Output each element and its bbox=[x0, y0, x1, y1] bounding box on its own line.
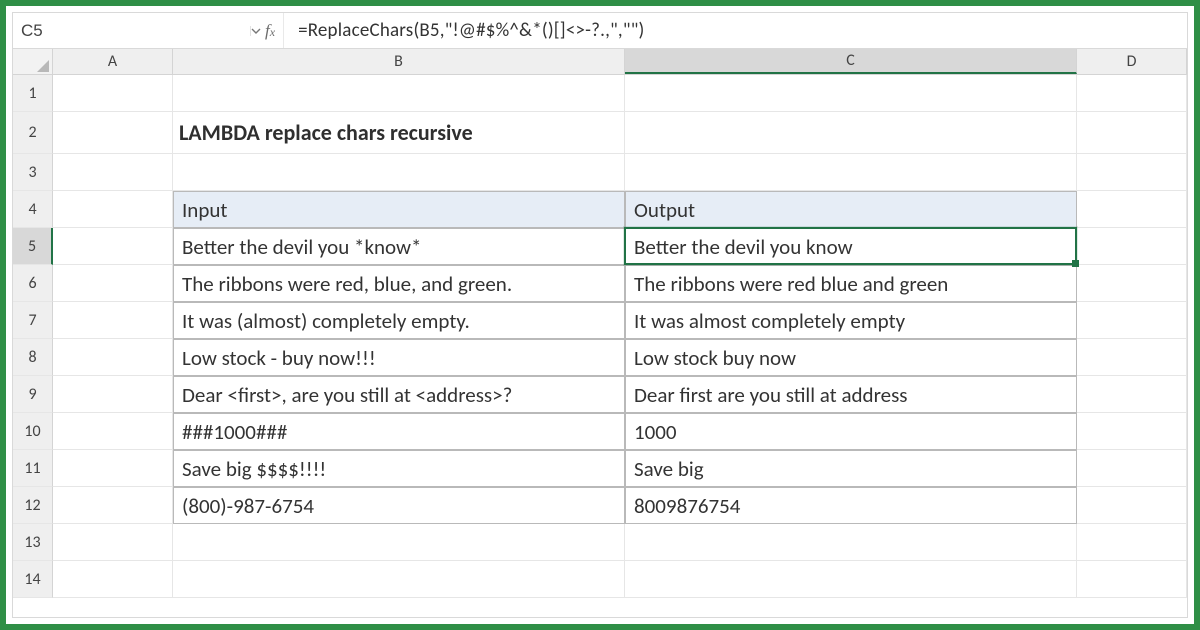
cell[interactable] bbox=[53, 450, 173, 487]
row: 11 Save big $$$$!!!! Save big bbox=[13, 450, 1187, 487]
row: 1 bbox=[13, 75, 1187, 112]
table-cell-input[interactable]: The ribbons were red, blue, and green. bbox=[173, 265, 625, 302]
cell[interactable] bbox=[1077, 75, 1187, 112]
table-cell-output[interactable]: Save big bbox=[625, 450, 1077, 487]
cell[interactable] bbox=[53, 413, 173, 450]
formula-input[interactable]: =ReplaceChars(B5,"!@#$%^&*()[]<>-?.,",""… bbox=[284, 13, 1187, 48]
table-cell-output[interactable]: Dear first are you still at address bbox=[625, 376, 1077, 413]
row: 6 The ribbons were red, blue, and green.… bbox=[13, 265, 1187, 302]
row-header[interactable]: 12 bbox=[13, 487, 53, 524]
name-box-dropdown[interactable] bbox=[250, 26, 261, 36]
name-box-input[interactable] bbox=[13, 13, 250, 48]
row-header[interactable]: 11 bbox=[13, 450, 53, 487]
cell[interactable] bbox=[625, 75, 1077, 112]
col-header-C[interactable]: C bbox=[625, 49, 1077, 74]
row: 7 It was (almost) completely empty. It w… bbox=[13, 302, 1187, 339]
row-header[interactable]: 1 bbox=[13, 75, 53, 112]
cell[interactable] bbox=[53, 191, 173, 228]
table-cell-input[interactable]: (800)-987-6754 bbox=[173, 487, 625, 524]
cell[interactable] bbox=[53, 154, 173, 191]
row: 13 bbox=[13, 524, 1187, 561]
row-header[interactable]: 13 bbox=[13, 524, 53, 561]
row: 9 Dear <first>, are you still at <addres… bbox=[13, 376, 1187, 413]
page-title[interactable]: LAMBDA replace chars recursive bbox=[173, 112, 625, 154]
excel-window: ⋮ fx =ReplaceChars(B5,"!@#$%^&*()[]<>-?.… bbox=[12, 12, 1188, 618]
cell[interactable] bbox=[1077, 228, 1187, 265]
table-cell-input[interactable]: ###1000### bbox=[173, 413, 625, 450]
row-header[interactable]: 2 bbox=[13, 112, 53, 154]
row-header[interactable]: 9 bbox=[13, 376, 53, 413]
table-cell-output[interactable]: 1000 bbox=[625, 413, 1077, 450]
table-cell-output[interactable]: Low stock buy now bbox=[625, 339, 1077, 376]
cell[interactable] bbox=[53, 112, 173, 154]
row: 12 (800)-987-6754 8009876754 bbox=[13, 487, 1187, 524]
chevron-down-icon bbox=[251, 26, 261, 36]
cell[interactable] bbox=[625, 524, 1077, 561]
cell[interactable] bbox=[1077, 413, 1187, 450]
col-header-A[interactable]: A bbox=[53, 49, 173, 74]
row-header[interactable]: 8 bbox=[13, 339, 53, 376]
select-all-triangle[interactable] bbox=[13, 49, 53, 74]
cell[interactable] bbox=[1077, 191, 1187, 228]
table-cell-input[interactable]: It was (almost) completely empty. bbox=[173, 302, 625, 339]
cell[interactable] bbox=[1077, 524, 1187, 561]
table-cell-output[interactable]: It was almost completely empty bbox=[625, 302, 1077, 339]
cell[interactable] bbox=[53, 376, 173, 413]
cell[interactable] bbox=[53, 487, 173, 524]
row-header[interactable]: 7 bbox=[13, 302, 53, 339]
cell[interactable] bbox=[1077, 561, 1187, 598]
table-cell-input[interactable]: Save big $$$$!!!! bbox=[173, 450, 625, 487]
cell[interactable] bbox=[1077, 154, 1187, 191]
row: 4 Input Output bbox=[13, 191, 1187, 228]
cell[interactable] bbox=[173, 154, 625, 191]
table-cell-input[interactable]: Better the devil you *know* bbox=[173, 228, 625, 265]
row-header[interactable]: 10 bbox=[13, 413, 53, 450]
table-cell-output[interactable]: The ribbons were red blue and green bbox=[625, 265, 1077, 302]
table-cell-input[interactable]: Low stock - buy now!!! bbox=[173, 339, 625, 376]
cell[interactable] bbox=[625, 112, 1077, 154]
cell[interactable] bbox=[1077, 450, 1187, 487]
cell[interactable] bbox=[625, 561, 1077, 598]
cell[interactable] bbox=[53, 228, 173, 265]
cell[interactable] bbox=[173, 561, 625, 598]
worksheet-grid[interactable]: A B C D 1 2 LAMBDA replace chars recursi… bbox=[13, 49, 1187, 617]
cell[interactable] bbox=[1077, 265, 1187, 302]
col-header-B[interactable]: B bbox=[173, 49, 625, 74]
row: 5 Better the devil you *know* Better the… bbox=[13, 228, 1187, 265]
row: 3 bbox=[13, 154, 1187, 191]
row: 8 Low stock - buy now!!! Low stock buy n… bbox=[13, 339, 1187, 376]
row: 14 bbox=[13, 561, 1187, 598]
cell[interactable] bbox=[1077, 112, 1187, 154]
cell[interactable] bbox=[53, 265, 173, 302]
col-header-D[interactable]: D bbox=[1077, 49, 1187, 74]
cell[interactable] bbox=[53, 561, 173, 598]
formula-bar: ⋮ fx =ReplaceChars(B5,"!@#$%^&*()[]<>-?.… bbox=[13, 13, 1187, 49]
name-box[interactable] bbox=[13, 13, 141, 48]
row-header[interactable]: 6 bbox=[13, 265, 53, 302]
fx-icon[interactable]: fx bbox=[265, 21, 275, 41]
row-header[interactable]: 3 bbox=[13, 154, 53, 191]
row-header[interactable]: 5 bbox=[13, 228, 53, 265]
row-header[interactable]: 14 bbox=[13, 561, 53, 598]
table-cell-input[interactable]: Dear <first>, are you still at <address>… bbox=[173, 376, 625, 413]
cell[interactable] bbox=[173, 524, 625, 561]
cell[interactable] bbox=[173, 75, 625, 112]
row: 2 LAMBDA replace chars recursive bbox=[13, 112, 1187, 154]
cell[interactable] bbox=[1077, 339, 1187, 376]
table-header-output[interactable]: Output bbox=[625, 191, 1077, 228]
row-header[interactable]: 4 bbox=[13, 191, 53, 228]
cell[interactable] bbox=[53, 339, 173, 376]
table-header-input[interactable]: Input bbox=[173, 191, 625, 228]
cell[interactable] bbox=[1077, 487, 1187, 524]
cell[interactable] bbox=[1077, 302, 1187, 339]
cell[interactable] bbox=[53, 75, 173, 112]
cell[interactable] bbox=[1077, 376, 1187, 413]
table-cell-output[interactable]: 8009876754 bbox=[625, 487, 1077, 524]
row: 10 ###1000### 1000 bbox=[13, 413, 1187, 450]
table-cell-output[interactable]: Better the devil you know bbox=[625, 228, 1077, 265]
cell[interactable] bbox=[53, 524, 173, 561]
cell[interactable] bbox=[53, 302, 173, 339]
cell[interactable] bbox=[625, 154, 1077, 191]
column-headers: A B C D bbox=[13, 49, 1187, 75]
